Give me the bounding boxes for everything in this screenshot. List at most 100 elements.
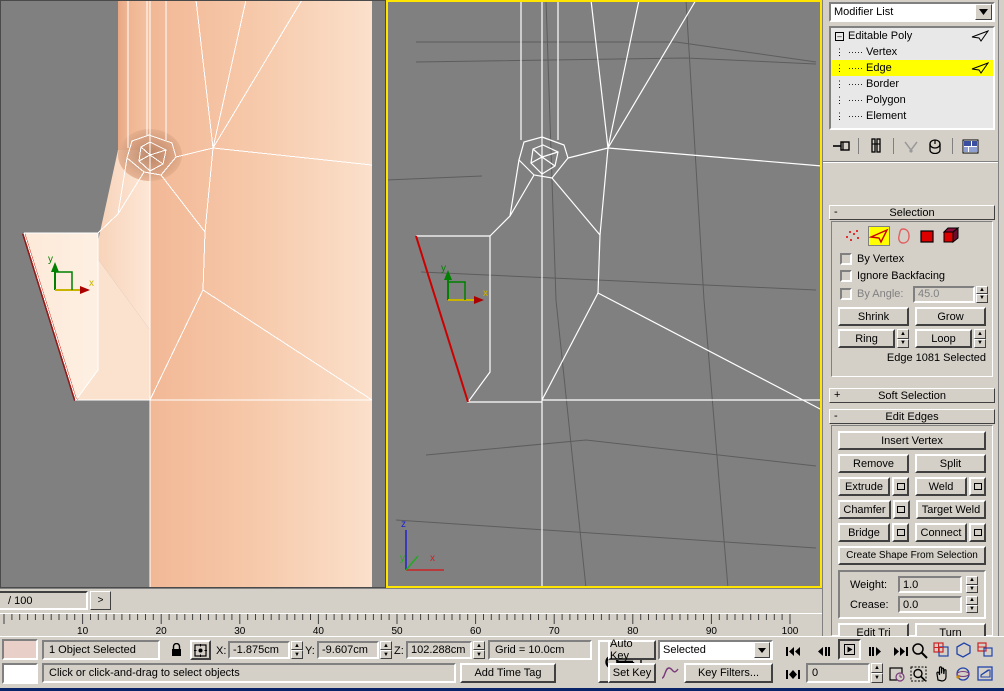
extrude-button[interactable]: Extrude xyxy=(838,477,890,496)
spinner-down-icon[interactable]: ▼ xyxy=(974,338,986,348)
remove-button[interactable]: Remove xyxy=(838,454,909,473)
stack-item-vertex[interactable]: ⋮ ····· Vertex xyxy=(831,44,993,60)
edit-tri-button[interactable]: Edit Tri xyxy=(838,623,909,636)
arc-rotate-icon[interactable] xyxy=(952,663,974,685)
left-viewport[interactable]: y x xyxy=(0,0,386,588)
by-angle-field[interactable]: 45.0 xyxy=(913,285,975,303)
chevron-down-icon[interactable] xyxy=(754,642,770,658)
vertex-subobject-icon[interactable] xyxy=(844,226,866,246)
by-angle-row[interactable]: By Angle: 45.0 ▲ ▼ xyxy=(832,284,992,304)
loop-spinner[interactable]: ▲ ▼ xyxy=(974,329,986,348)
weight-field[interactable]: 1.0 xyxy=(898,576,962,593)
configure-modifier-sets-icon[interactable] xyxy=(958,135,982,157)
maxscript-listener-output[interactable] xyxy=(2,639,38,660)
polygon-subobject-icon[interactable] xyxy=(916,226,938,246)
crease-field[interactable]: 0.0 xyxy=(898,596,962,613)
next-frame-button[interactable]: > xyxy=(90,591,111,610)
stack-item-editable-poly[interactable]: – Editable Poly xyxy=(831,28,993,44)
frame-spinner[interactable]: ▲ ▼ xyxy=(871,663,883,683)
show-end-result-arrow-icon[interactable] xyxy=(971,29,990,45)
spinner-down-icon[interactable]: ▼ xyxy=(966,584,978,593)
zoom-extents-all-icon[interactable] xyxy=(974,639,996,661)
x-coordinate-spinner[interactable]: ▲ ▼ xyxy=(291,641,303,659)
pan-view-icon[interactable] xyxy=(930,663,952,685)
spinner-up-icon[interactable]: ▲ xyxy=(966,596,978,605)
modifier-stack-list[interactable]: – Editable Poly ⋮ ····· Vertex ⋮ ····· E… xyxy=(829,26,995,130)
spinner-down-icon[interactable]: ▼ xyxy=(380,650,392,659)
key-filters-button[interactable]: Key Filters... xyxy=(684,663,773,683)
collapse-toggle-icon[interactable]: – xyxy=(835,31,844,41)
chamfer-settings-button[interactable] xyxy=(892,500,910,519)
ignore-backfacing-checkbox[interactable] xyxy=(840,269,852,282)
remove-modifier-icon[interactable] xyxy=(923,135,947,157)
ignore-backfacing-row[interactable]: Ignore Backfacing xyxy=(832,267,992,284)
timeline-ruler[interactable]: 10 20 30 40 50 60 70 80 90 100 xyxy=(0,613,822,637)
extrude-settings-button[interactable] xyxy=(892,477,909,496)
time-configuration-icon[interactable] xyxy=(886,663,908,685)
z-coordinate-spinner[interactable]: ▲ ▼ xyxy=(473,641,485,659)
spinner-up-icon[interactable]: ▲ xyxy=(966,576,978,585)
set-key-button[interactable]: Set Key xyxy=(608,663,656,683)
z-coordinate-field[interactable]: 102.288cm xyxy=(406,641,472,659)
command-panel-scroll-strip[interactable] xyxy=(998,0,1004,636)
weld-button[interactable]: Weld xyxy=(915,477,967,496)
previous-frame-icon[interactable] xyxy=(812,640,834,662)
by-angle-spinner[interactable]: ▲ ▼ xyxy=(976,285,988,303)
current-frame-input[interactable]: 0 xyxy=(806,663,870,683)
split-button[interactable]: Split xyxy=(915,454,986,473)
by-vertex-checkbox[interactable] xyxy=(840,252,852,265)
spinner-down-icon[interactable]: ▼ xyxy=(291,650,303,659)
connect-settings-button[interactable] xyxy=(969,523,986,542)
ring-spinner[interactable]: ▲ ▼ xyxy=(897,329,909,348)
key-mode-icon[interactable] xyxy=(782,663,804,685)
stack-item-element[interactable]: ⋮ ····· Element xyxy=(831,108,993,124)
auto-key-button[interactable]: Auto Key xyxy=(608,638,656,662)
connect-button[interactable]: Connect xyxy=(915,523,967,542)
crease-spinner[interactable]: ▲ ▼ xyxy=(966,596,978,613)
edit-edges-rollout-header[interactable]: - Edit Edges xyxy=(829,409,995,424)
border-subobject-icon[interactable] xyxy=(892,226,914,246)
spinner-up-icon[interactable]: ▲ xyxy=(976,285,988,294)
weight-spinner[interactable]: ▲ ▼ xyxy=(966,576,978,593)
target-weld-button[interactable]: Target Weld xyxy=(915,500,986,519)
spinner-down-icon[interactable]: ▼ xyxy=(871,673,883,683)
zoom-extents-icon[interactable] xyxy=(952,639,974,661)
current-frame-field[interactable]: / 100 xyxy=(0,591,88,610)
ring-button[interactable]: Ring xyxy=(838,329,895,348)
pin-stack-icon[interactable] xyxy=(829,135,853,157)
bridge-settings-button[interactable] xyxy=(892,523,909,542)
x-coordinate-field[interactable]: -1.875cm xyxy=(228,641,290,659)
insert-vertex-button[interactable]: Insert Vertex xyxy=(838,431,986,450)
shrink-button[interactable]: Shrink xyxy=(838,307,909,326)
maxscript-listener-input[interactable] xyxy=(2,663,38,684)
make-unique-icon[interactable] xyxy=(899,135,923,157)
maximize-viewport-icon[interactable] xyxy=(974,663,996,685)
element-subobject-icon[interactable] xyxy=(940,226,962,246)
play-animation-icon[interactable] xyxy=(838,639,861,660)
spinner-up-icon[interactable]: ▲ xyxy=(291,641,303,650)
spinner-up-icon[interactable]: ▲ xyxy=(380,641,392,650)
key-filter-dropdown[interactable]: Selected xyxy=(658,640,773,660)
region-zoom-icon[interactable] xyxy=(908,663,930,685)
spinner-down-icon[interactable]: ▼ xyxy=(473,650,485,659)
go-to-start-icon[interactable] xyxy=(782,640,804,662)
weld-settings-button[interactable] xyxy=(969,477,986,496)
spinner-down-icon[interactable]: ▼ xyxy=(897,338,909,348)
chevron-down-icon[interactable] xyxy=(975,4,992,20)
zoom-all-icon[interactable] xyxy=(930,639,952,661)
add-time-tag-button[interactable]: Add Time Tag xyxy=(460,663,556,683)
right-viewport[interactable]: y x z y x xyxy=(386,0,822,588)
by-vertex-row[interactable]: By Vertex xyxy=(832,250,992,267)
edge-subobject-icon[interactable] xyxy=(868,226,890,246)
soft-selection-rollout-header[interactable]: + Soft Selection xyxy=(829,388,995,403)
spinner-up-icon[interactable]: ▲ xyxy=(871,663,883,673)
create-shape-from-selection-button[interactable]: Create Shape From Selection xyxy=(838,546,986,565)
spinner-up-icon[interactable]: ▲ xyxy=(897,329,909,339)
selection-rollout-header[interactable]: - Selection xyxy=(829,205,995,220)
chamfer-button[interactable]: Chamfer xyxy=(838,500,891,519)
spinner-down-icon[interactable]: ▼ xyxy=(966,604,978,613)
loop-button[interactable]: Loop xyxy=(915,329,972,348)
stack-item-polygon[interactable]: ⋮ ····· Polygon xyxy=(831,92,993,108)
stack-item-border[interactable]: ⋮ ····· Border xyxy=(831,76,993,92)
bridge-button[interactable]: Bridge xyxy=(838,523,890,542)
